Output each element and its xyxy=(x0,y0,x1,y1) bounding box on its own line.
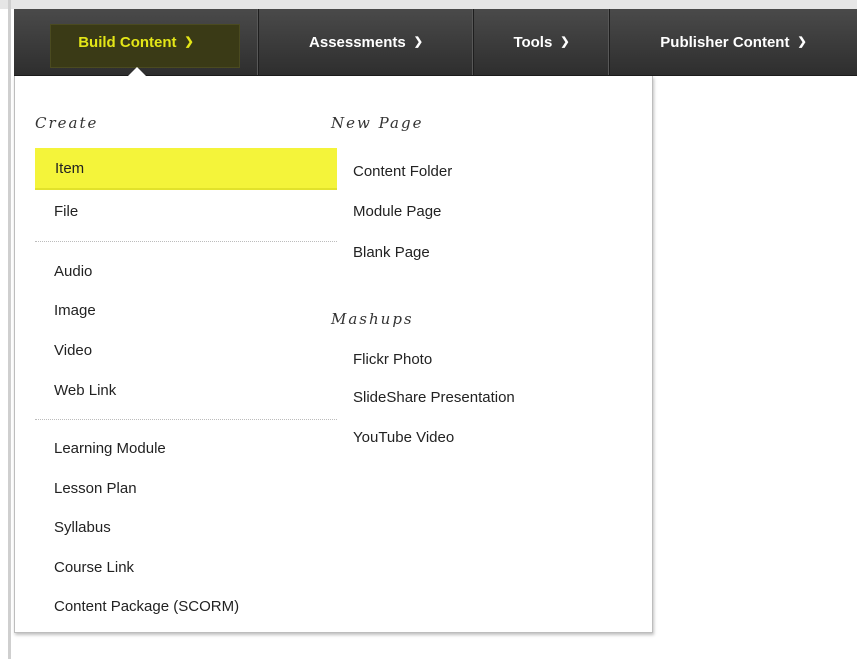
mashups-heading: Mashups xyxy=(331,310,414,328)
create-heading: Create xyxy=(35,114,99,132)
chevron-down-icon: ❯ xyxy=(413,35,423,48)
menu-item-content-folder[interactable]: Content Folder xyxy=(353,163,452,180)
chevron-down-icon: ❯ xyxy=(184,35,194,48)
menu-item-file[interactable]: File xyxy=(54,203,78,220)
menu-item-video[interactable]: Video xyxy=(54,342,92,359)
menu-item-flickr-photo[interactable]: Flickr Photo xyxy=(353,351,432,368)
menu-item-content-package-scorm[interactable]: Content Package (SCORM) xyxy=(54,598,239,615)
menu-item-web-link[interactable]: Web Link xyxy=(54,382,116,399)
publisher-content-label: Publisher Content xyxy=(660,33,790,51)
assessments-button[interactable]: Assessments ❯ xyxy=(259,9,474,75)
menu-item-audio[interactable]: Audio xyxy=(54,263,92,280)
course-toolbar: Build Content ❯ Assessments ❯ Tools ❯ Pu… xyxy=(14,9,857,76)
menu-item-blank-page[interactable]: Blank Page xyxy=(353,244,430,261)
dropdown-pointer xyxy=(127,67,147,77)
menu-item-lesson-plan[interactable]: Lesson Plan xyxy=(54,480,137,497)
chevron-down-icon: ❯ xyxy=(560,35,570,48)
menu-item-learning-module[interactable]: Learning Module xyxy=(54,440,166,457)
menu-item-youtube-video[interactable]: YouTube Video xyxy=(353,429,454,446)
menu-item-course-link[interactable]: Course Link xyxy=(54,559,134,576)
left-edge-border xyxy=(8,0,11,659)
new-page-heading: New Page xyxy=(331,114,424,132)
menu-item-module-page[interactable]: Module Page xyxy=(353,203,441,220)
menu-item-syllabus[interactable]: Syllabus xyxy=(54,519,111,536)
tools-label: Tools xyxy=(513,33,553,51)
menu-divider xyxy=(35,419,337,420)
build-content-button[interactable]: Build Content ❯ xyxy=(14,9,259,75)
tools-button[interactable]: Tools ❯ xyxy=(474,9,610,75)
page-top-strip xyxy=(0,0,857,9)
build-content-dropdown-menu: Create Item File Audio Image Video Web L… xyxy=(14,76,653,633)
menu-item-slideshare-presentation[interactable]: SlideShare Presentation xyxy=(353,389,515,406)
publisher-content-button[interactable]: Publisher Content ❯ xyxy=(610,9,857,75)
chevron-down-icon: ❯ xyxy=(797,35,807,48)
menu-item-item[interactable]: Item xyxy=(35,148,337,190)
assessments-label: Assessments xyxy=(309,33,406,51)
menu-divider xyxy=(35,241,337,242)
build-content-label: Build Content xyxy=(78,33,177,51)
menu-item-image[interactable]: Image xyxy=(54,302,96,319)
